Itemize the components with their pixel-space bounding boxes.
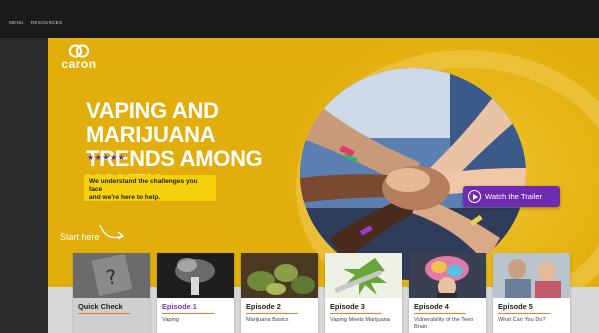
card-title: Episode 4: [414, 302, 449, 311]
card-episode-2[interactable]: Episode 2 Marijuana Basics: [241, 253, 318, 333]
play-icon: [468, 190, 481, 203]
hands-together-photo: [300, 68, 526, 280]
episode-cards: ? Quick Check Episode 1 Vaping Episode 2…: [73, 253, 570, 333]
episode-3-thumbnail: [325, 253, 402, 298]
card-episode-4[interactable]: Episode 4 Vulnerability of the Teen Brai…: [409, 253, 486, 333]
logo-mark-icon: [68, 44, 90, 58]
card-episode-5[interactable]: Episode 5 What Can You Do?: [493, 253, 570, 333]
watch-trailer-button[interactable]: Watch the Trailer: [463, 186, 560, 207]
parent-teen-image: [493, 253, 570, 298]
card-subtitle: Vaping Meets Marijuana: [330, 317, 390, 323]
card-quick-check[interactable]: ? Quick Check: [73, 253, 150, 333]
resources-link[interactable]: RESOURCES: [31, 20, 63, 25]
watch-trailer-label: Watch the Trailer: [485, 192, 543, 201]
top-nav: MENU RESOURCES: [9, 20, 63, 25]
page: MENU RESOURCES caron VAPING AND MARIJUAN…: [0, 0, 599, 333]
card-title: Episode 3: [330, 302, 365, 311]
teen-brain-image: [409, 253, 486, 298]
start-here-label: Start here: [60, 232, 100, 242]
rating-stars: ★★★★★: [87, 153, 126, 162]
card-title: Quick Check: [78, 302, 123, 311]
card-title: Episode 2: [246, 302, 281, 311]
episode-5-thumbnail: [493, 253, 570, 298]
card-episode-1[interactable]: Episode 1 Vaping: [157, 253, 234, 333]
card-subtitle: What Can You Do?: [498, 317, 546, 323]
caron-logo[interactable]: caron: [59, 44, 99, 74]
vape-smoke-image: [157, 253, 234, 298]
card-title: Episode 1: [162, 302, 197, 311]
card-subtitle: [73, 314, 150, 317]
quick-check-thumbnail: ?: [73, 253, 150, 298]
logo-wordmark: caron: [61, 57, 97, 71]
question-mark-icon: ?: [73, 253, 150, 298]
marijuana-buds-image: [241, 253, 318, 298]
top-bar: MENU RESOURCES: [0, 0, 599, 38]
curved-arrow-icon: [99, 224, 125, 240]
menu-link[interactable]: MENU: [9, 20, 24, 25]
episode-2-thumbnail: [241, 253, 318, 298]
card-subtitle: Vaping: [162, 317, 180, 323]
hands-photo-illustration: [300, 68, 526, 280]
card-title: Episode 5: [498, 302, 533, 311]
episode-4-thumbnail: [409, 253, 486, 298]
episode-1-thumbnail: [157, 253, 234, 298]
vape-pen-leaf-image: [325, 253, 402, 298]
callout-box: We understand the challenges you face an…: [84, 175, 216, 201]
card-subtitle: Vulnerability of the Teen Brain: [414, 317, 474, 330]
card-subtitle: Marijuana Basics: [246, 317, 289, 323]
card-episode-3[interactable]: Episode 3 Vaping Meets Marijuana: [325, 253, 402, 333]
